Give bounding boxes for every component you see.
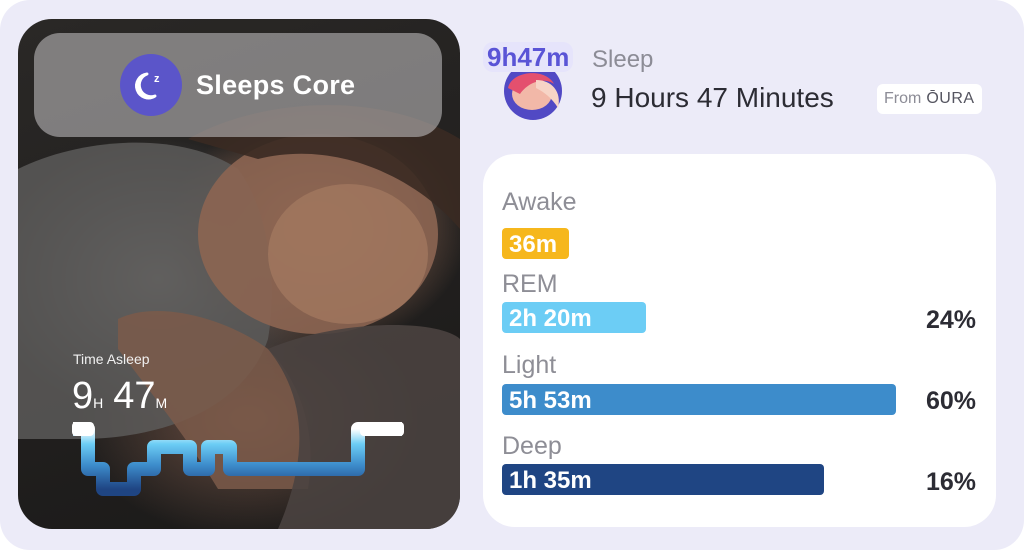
duration-badge: 9h47m — [483, 42, 574, 72]
stage-light-percent: 60% — [925, 387, 976, 415]
stage-rem-bar: 2h 20m — [502, 302, 646, 333]
stage-light-bar: 5h 53m — [502, 384, 896, 415]
source-prefix: From — [884, 90, 922, 107]
stage-deep-bar: 1h 35m — [502, 464, 824, 495]
sleep-widget: z Sleeps Core Time Asleep 9H 47M 9h47m S… — [0, 0, 1024, 550]
stage-deep-label: Deep — [502, 432, 562, 460]
sleep-photo-card[interactable]: z Sleeps Core Time Asleep 9H 47M — [18, 19, 460, 529]
stage-light-label: Light — [502, 351, 557, 379]
stage-rem-percent: 24% — [925, 306, 976, 334]
sleep-label: Sleep — [592, 46, 654, 73]
stage-awake-bar: 36m — [502, 228, 569, 259]
sleep-hypnogram — [72, 422, 404, 496]
sleep-stages-card: Awake 36m REM 2h 20m 24% Light 5h 53m 60… — [483, 154, 996, 527]
sleep-duration: 9 Hours 47 Minutes — [591, 82, 834, 113]
source-brand: ŌURA — [926, 90, 975, 107]
stage-rem-label: REM — [502, 270, 558, 298]
source-chip[interactable]: From ŌURA — [877, 84, 982, 114]
stage-awake-label: Awake — [502, 188, 577, 216]
stage-deep-percent: 16% — [925, 468, 976, 496]
